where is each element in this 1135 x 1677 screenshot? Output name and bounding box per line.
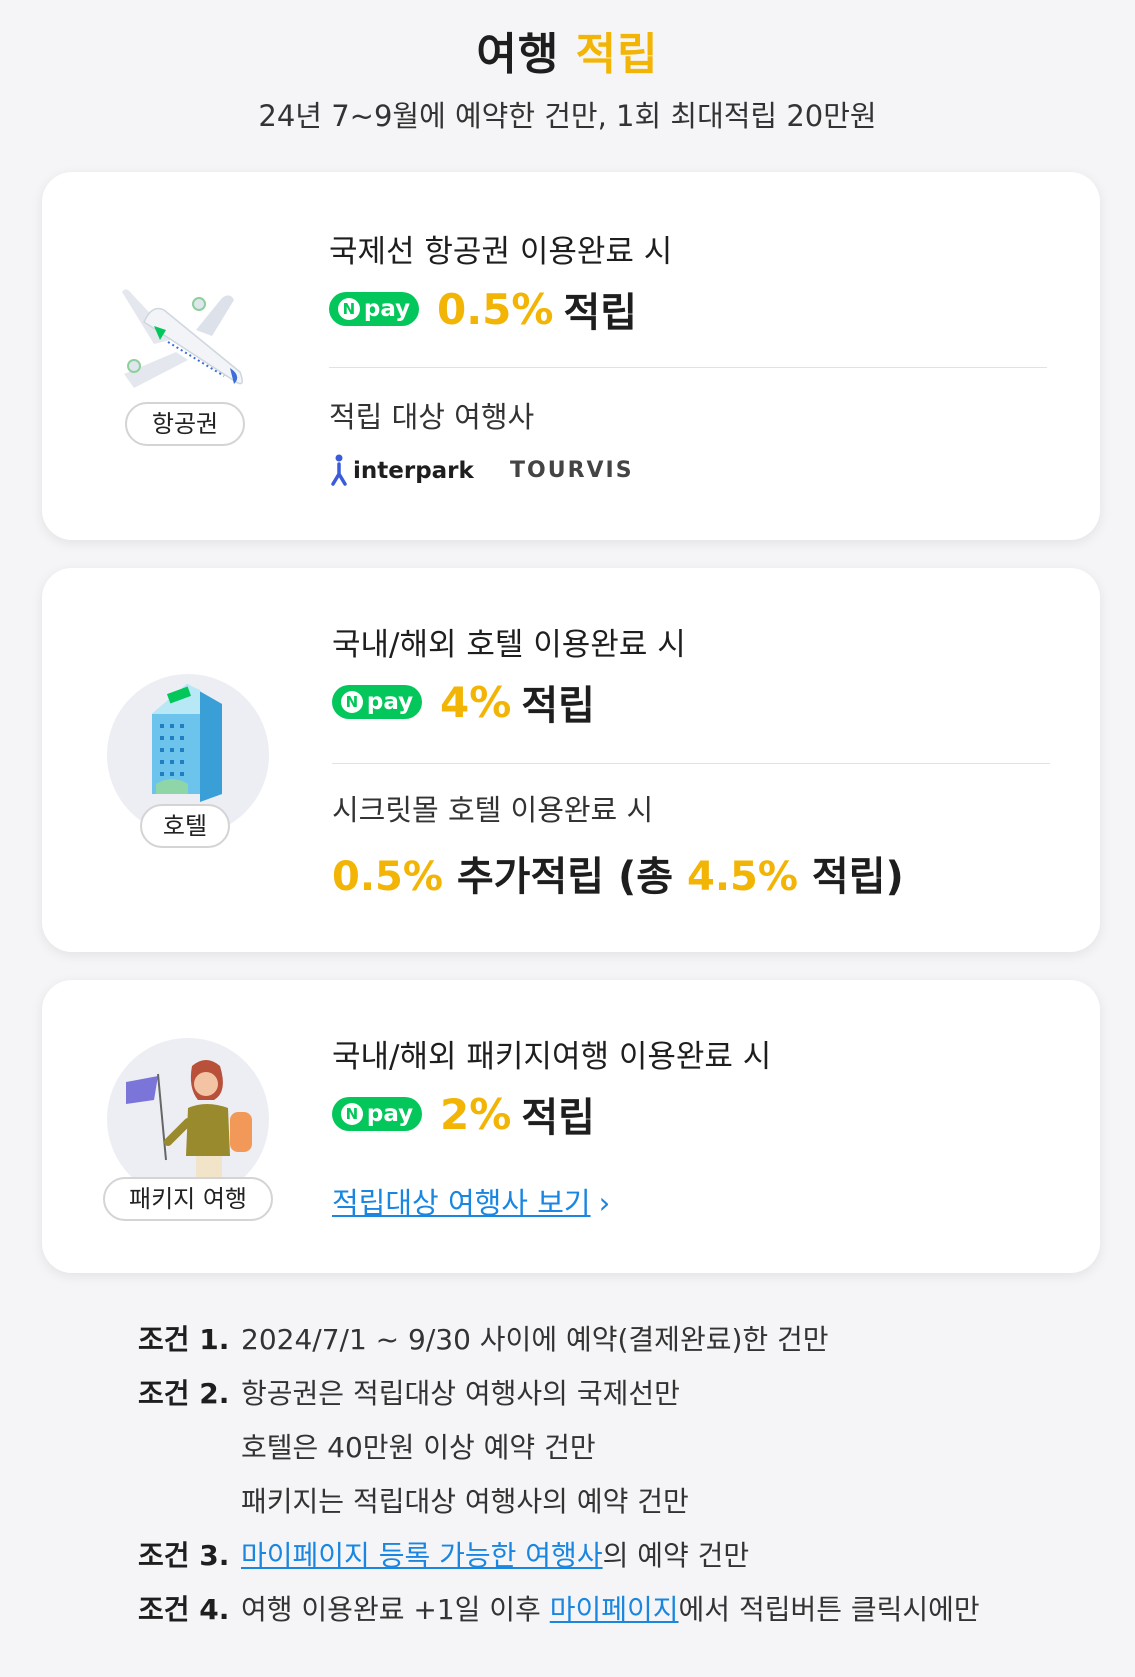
mypage-register-link[interactable]: 마이페이지 등록 가능한 여행사: [241, 1539, 603, 1572]
hotel-building-icon: [152, 684, 222, 802]
reward-rate-row: Npay 0.5% 적립: [329, 280, 637, 338]
airplane-icon: [122, 289, 243, 388]
flight-card: 항공권 국제선 항공권 이용완료 시 Npay 0.5% 적립 적립 대상 여행…: [42, 172, 1100, 540]
card-headline: 국내/해외 패키지여행 이용완료 시: [332, 1039, 772, 1075]
reward-rate-row: Npay 4% 적립: [332, 673, 595, 731]
reward-label: 적립: [521, 683, 595, 729]
mypage-link[interactable]: 마이페이지: [550, 1593, 679, 1626]
npay-logo: Npay: [329, 292, 419, 326]
reward-percent: 2%: [440, 1089, 512, 1139]
npay-logo: Npay: [332, 1097, 422, 1131]
page-subtitle: 24년 7~9월에 예약한 건만, 1회 최대적립 20만원: [258, 99, 877, 133]
divider: [332, 763, 1050, 764]
category-badge: 패키지 여행: [103, 1177, 273, 1221]
secret-mall-label: 시크릿몰 호텔 이용완료 시: [332, 793, 654, 827]
divider: [329, 367, 1047, 368]
package-card: 패키지 여행 국내/해외 패키지여행 이용완료 시 Npay 2% 적립 적립대…: [42, 980, 1100, 1273]
reward-percent: 4%: [440, 677, 512, 727]
extra-reward-text: 0.5% 추가적립 (총 4.5% 적립): [332, 854, 904, 900]
condition-item: 조건 3. 마이페이지 등록 가능한 여행사의 예약 건만: [138, 1539, 750, 1572]
condition-item: 조건 1. 2024/7/1 ~ 9/30 사이에 예약(결제완료)한 건만: [138, 1323, 829, 1356]
category-badge: 호텔: [140, 804, 230, 848]
interpark-logo: interpark: [327, 454, 474, 488]
reward-rate-row: Npay 2% 적립: [332, 1085, 595, 1143]
hotel-card: 호텔 국내/해외 호텔 이용완료 시 Npay 4% 적립 시크릿몰 호텔 이용…: [42, 568, 1100, 952]
title-accent: 적립: [575, 29, 659, 80]
condition-item: 조건 4. 여행 이용완료 +1일 이후 마이페이지에서 적립버튼 클릭시에만: [138, 1593, 980, 1626]
reward-label: 적립: [521, 1095, 595, 1141]
condition-item: 조건 2. 항공권은 적립대상 여행사의 국제선만: [138, 1377, 680, 1410]
title-main: 여행: [476, 29, 560, 80]
reward-label: 적립: [563, 290, 638, 336]
partners-label: 적립 대상 여행사: [329, 400, 535, 434]
tourvis-logo: TOURVIS: [510, 458, 634, 483]
card-headline: 국제선 항공권 이용완료 시: [329, 234, 673, 270]
condition-item-line: 호텔은 40만원 이상 예약 건만: [241, 1431, 596, 1464]
view-partners-link[interactable]: 적립대상 여행사 보기 ›: [332, 1180, 610, 1222]
interpark-mark-icon: [331, 454, 347, 486]
chevron-right-icon: ›: [598, 1186, 611, 1220]
page-title: 여행 적립: [0, 18, 1135, 82]
condition-item-line: 패키지는 적립대상 여행사의 예약 건만: [241, 1485, 689, 1518]
traveler-flag-icon: [126, 1060, 252, 1178]
category-badge: 항공권: [125, 402, 245, 446]
card-headline: 국내/해외 호텔 이용완료 시: [332, 627, 686, 663]
conditions-list: 조건 1. 2024/7/1 ~ 9/30 사이에 예약(결제완료)한 건만 조…: [138, 1318, 1098, 1642]
reward-percent: 0.5%: [437, 284, 554, 334]
npay-logo: Npay: [332, 685, 422, 719]
